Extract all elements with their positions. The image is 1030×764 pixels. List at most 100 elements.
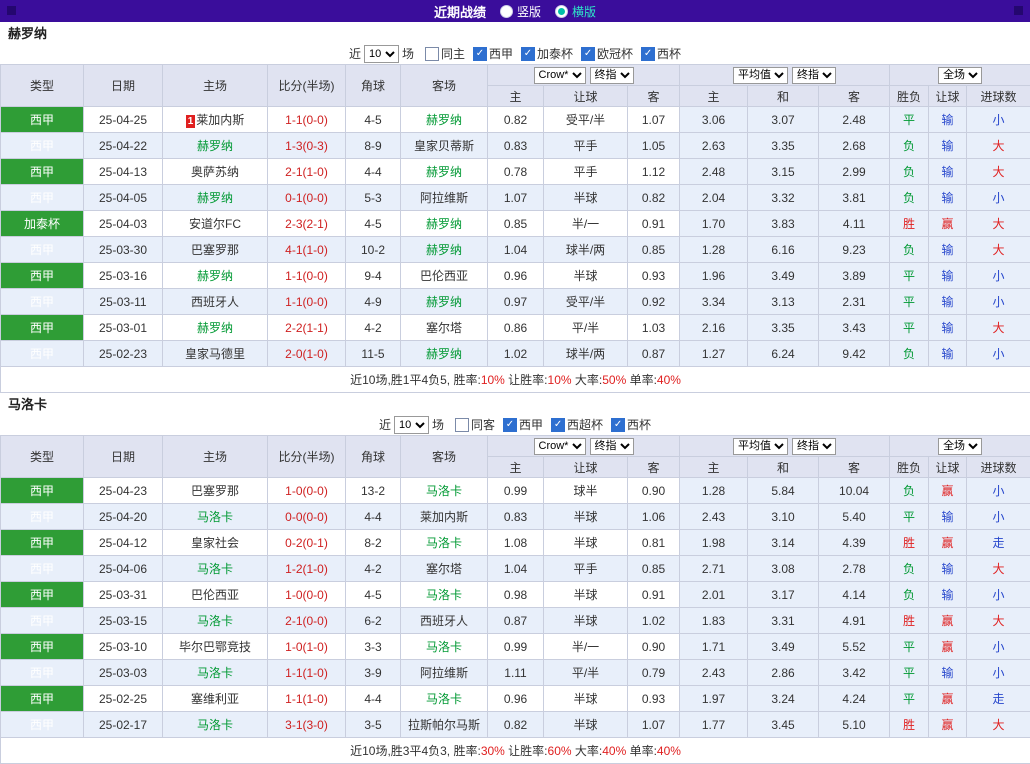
odds-away-cell: 0.85 xyxy=(628,237,680,263)
scope-select[interactable]: 全场 xyxy=(938,438,982,455)
avg-source-select[interactable]: 平均值 xyxy=(733,67,788,84)
corners-cell: 4-4 xyxy=(346,159,401,185)
radio-label: 横版 xyxy=(572,3,596,20)
column-header: 类型 xyxy=(1,436,84,478)
team-name-text: 皇家社会 xyxy=(191,536,239,550)
filter-checkbox-0[interactable]: 同主 xyxy=(425,45,465,62)
away-team-cell: 塞尔塔 xyxy=(401,315,488,341)
league-cell: 西甲 xyxy=(1,504,84,530)
avg-draw-cell: 3.10 xyxy=(748,504,819,530)
date-cell: 25-03-16 xyxy=(84,263,163,289)
team-name-text: 马洛卡 xyxy=(426,692,462,706)
checkbox-icon xyxy=(425,47,439,61)
filter-checkbox-0[interactable]: 同客 xyxy=(455,416,495,433)
league-cell: 加泰杯 xyxy=(1,211,84,237)
away-team-cell: 赫罗纳 xyxy=(401,289,488,315)
score-cell: 1-0(0-0) xyxy=(268,478,346,504)
league-cell: 西甲 xyxy=(1,634,84,660)
avg-stage-select[interactable]: 终指 xyxy=(792,438,836,455)
avg-home-cell: 2.48 xyxy=(680,159,748,185)
checkbox-label: 西甲 xyxy=(519,416,543,433)
match-row: 西甲25-03-30巴塞罗那4-1(1-0)10-2赫罗纳1.04球半/两0.8… xyxy=(1,237,1030,263)
handicap-cell: 半球 xyxy=(544,686,628,712)
score-cell: 2-1(1-0) xyxy=(268,159,346,185)
match-row: 西甲25-03-10毕尔巴鄂竞技1-0(1-0)3-3马洛卡0.99半/一0.9… xyxy=(1,634,1030,660)
odds-company-select[interactable]: Crow* xyxy=(534,438,586,455)
team-name-text: 马洛卡 xyxy=(426,640,462,654)
avg-away-cell: 5.10 xyxy=(819,712,890,738)
team-name-text: 皇家马德里 xyxy=(185,347,245,361)
checkbox-label: 西超杯 xyxy=(567,416,603,433)
home-team-cell: 马洛卡 xyxy=(163,504,268,530)
column-header: 类型 xyxy=(1,65,84,107)
odds-away-cell: 0.79 xyxy=(628,660,680,686)
page-title: 近期战绩 xyxy=(434,2,486,21)
sub-column-header: 客 xyxy=(628,457,680,478)
handicap-cell: 受平/半 xyxy=(544,107,628,133)
team-name-text: 拉斯帕尔马斯 xyxy=(408,718,480,732)
odds-company-select[interactable]: Crow* xyxy=(534,67,586,84)
odds-away-cell: 0.91 xyxy=(628,582,680,608)
layout-radio-horizontal[interactable]: 横版 xyxy=(555,3,596,20)
away-team-cell: 皇家贝蒂斯 xyxy=(401,133,488,159)
team-header-row: 马洛卡 xyxy=(0,393,1030,414)
odds-home-cell: 0.87 xyxy=(488,608,544,634)
avg-away-cell: 5.52 xyxy=(819,634,890,660)
filter-checkbox-1[interactable]: 西甲 xyxy=(473,45,513,62)
topbar: 近期战绩 竖版 横版 xyxy=(0,0,1030,22)
team-name-text: 毕尔巴鄂竞技 xyxy=(179,640,251,654)
filter-checkbox-2[interactable]: 西超杯 xyxy=(551,416,603,433)
filter-checkbox-3[interactable]: 西杯 xyxy=(611,416,651,433)
sub-column-header: 让球 xyxy=(544,86,628,107)
result-wdl-cell: 平 xyxy=(890,263,929,289)
column-header: 日期 xyxy=(84,65,163,107)
checkbox-icon xyxy=(581,47,595,61)
avg-away-cell: 4.11 xyxy=(819,211,890,237)
league-cell: 西甲 xyxy=(1,341,84,367)
league-cell: 西甲 xyxy=(1,530,84,556)
scope-select[interactable]: 全场 xyxy=(938,67,982,84)
odds-stage-select[interactable]: 终指 xyxy=(590,438,634,455)
avg-home-cell: 1.98 xyxy=(680,530,748,556)
team-name-text: 塞尔塔 xyxy=(426,321,462,335)
corners-cell: 4-5 xyxy=(346,211,401,237)
avg-draw-cell: 2.86 xyxy=(748,660,819,686)
team-name-text: 莱加内斯 xyxy=(196,113,244,127)
team-name-text: 马洛卡 xyxy=(197,666,233,680)
avg-home-cell: 2.43 xyxy=(680,504,748,530)
avg-away-cell: 3.43 xyxy=(819,315,890,341)
score-cell: 2-0(1-0) xyxy=(268,341,346,367)
filter-checkbox-2[interactable]: 加泰杯 xyxy=(521,45,573,62)
avg-away-cell: 2.48 xyxy=(819,107,890,133)
away-team-cell: 马洛卡 xyxy=(401,478,488,504)
result-goals-cell: 大 xyxy=(967,712,1030,738)
date-cell: 25-04-12 xyxy=(84,530,163,556)
team-name-text: 马洛卡 xyxy=(197,562,233,576)
match-row: 西甲25-02-25塞维利亚1-1(1-0)4-4马洛卡0.96半球0.931.… xyxy=(1,686,1030,712)
avg-draw-cell: 5.84 xyxy=(748,478,819,504)
filter-checkbox-4[interactable]: 西杯 xyxy=(641,45,681,62)
corners-cell: 4-5 xyxy=(346,107,401,133)
match-count-select[interactable]: 10 xyxy=(364,45,399,63)
match-count-select[interactable]: 10 xyxy=(394,416,429,434)
header-group: 平均值终指 xyxy=(680,65,890,86)
filter-checkbox-3[interactable]: 欧冠杯 xyxy=(581,45,633,62)
away-team-cell: 拉斯帕尔马斯 xyxy=(401,712,488,738)
odds-home-cell: 0.83 xyxy=(488,504,544,530)
checkbox-icon xyxy=(503,418,517,432)
handicap-cell: 半/一 xyxy=(544,634,628,660)
column-header: 比分(半场) xyxy=(268,436,346,478)
avg-stage-select[interactable]: 终指 xyxy=(792,67,836,84)
odds-stage-select[interactable]: 终指 xyxy=(590,67,634,84)
filter-checkbox-1[interactable]: 西甲 xyxy=(503,416,543,433)
summary-segment: 近10场,胜1平4负5, xyxy=(350,373,453,387)
avg-away-cell: 2.68 xyxy=(819,133,890,159)
summary-segment: 让胜率: xyxy=(505,373,548,387)
avg-home-cell: 2.63 xyxy=(680,133,748,159)
odds-home-cell: 0.96 xyxy=(488,686,544,712)
avg-source-select[interactable]: 平均值 xyxy=(733,438,788,455)
odds-home-cell: 0.83 xyxy=(488,133,544,159)
match-row: 西甲25-04-12皇家社会0-2(0-1)8-2马洛卡1.08半球0.811.… xyxy=(1,530,1030,556)
avg-home-cell: 2.01 xyxy=(680,582,748,608)
layout-radio-vertical[interactable]: 竖版 xyxy=(500,3,541,20)
